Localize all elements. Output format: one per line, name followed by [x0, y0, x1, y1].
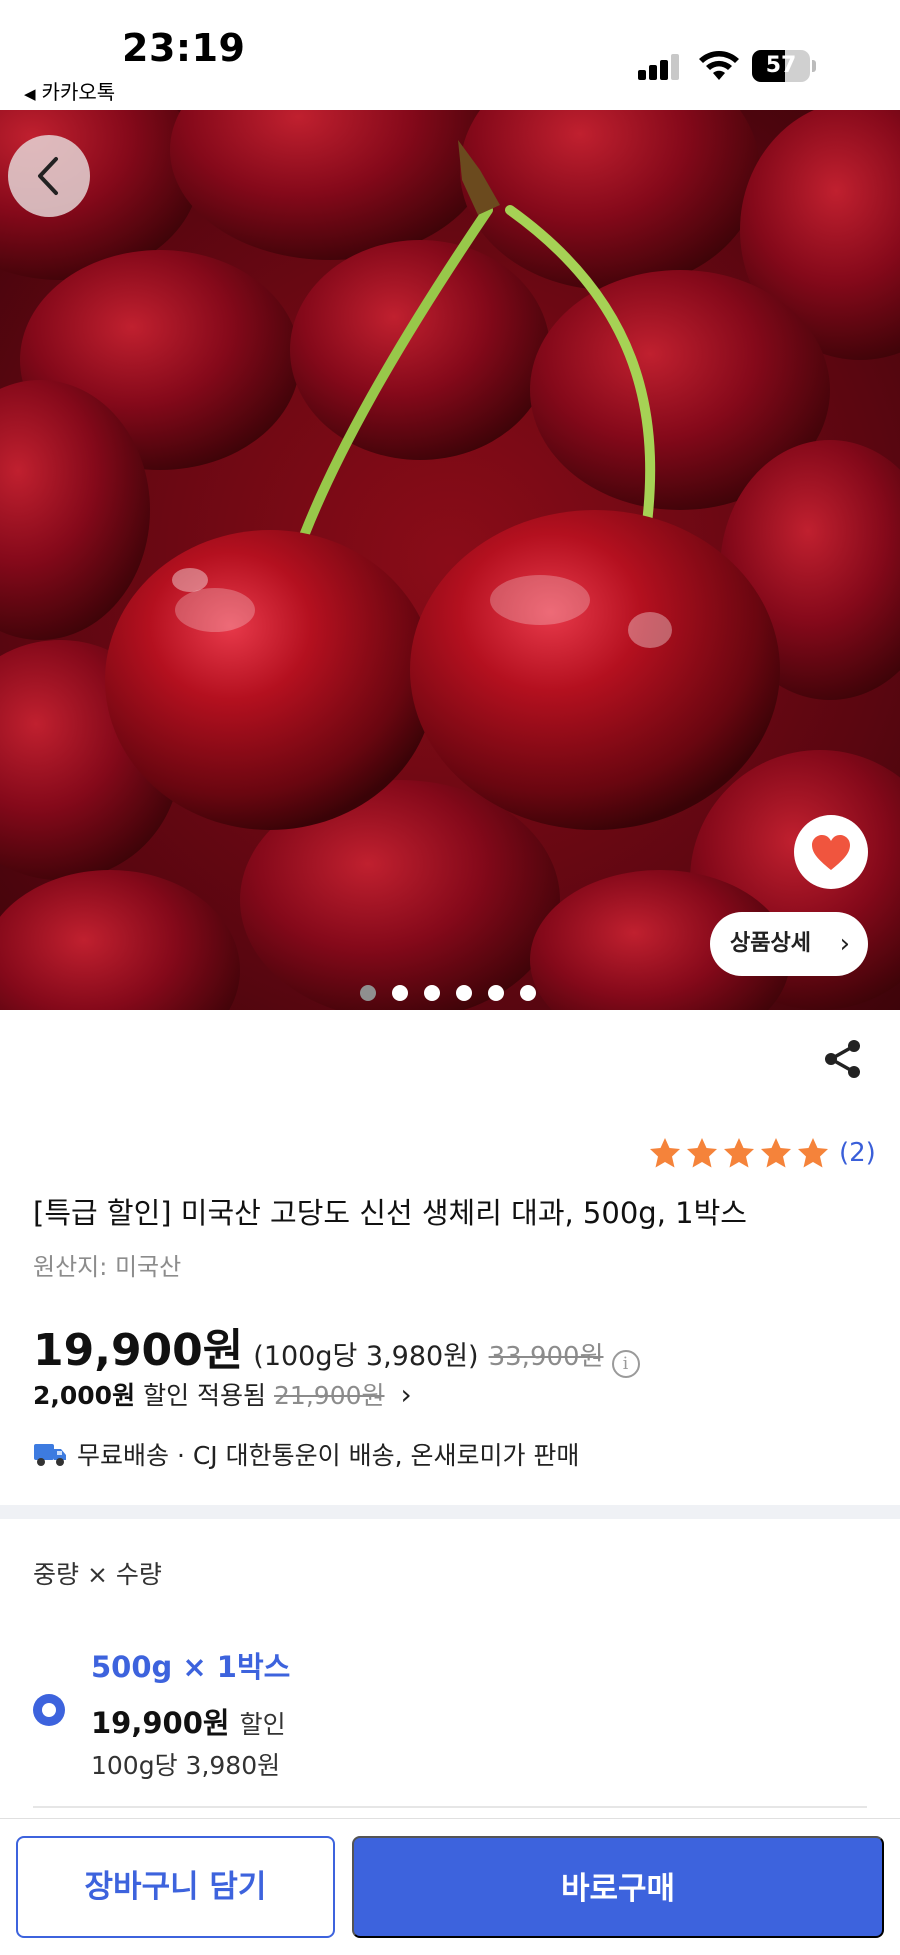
- share-icon[interactable]: [822, 1038, 864, 1080]
- cherries-image: [0, 110, 900, 1010]
- chevron-right-icon: ›: [839, 929, 850, 959]
- info-icon[interactable]: i: [611, 1350, 640, 1378]
- status-bar: 23:19 ◀ 카카오톡 57: [0, 0, 900, 110]
- chevron-right-icon: ›: [400, 1378, 412, 1411]
- option-tag: 할인: [239, 1710, 286, 1739]
- status-time: 23:19: [122, 26, 246, 70]
- sale-price: 19,900원: [33, 1325, 244, 1376]
- option-radio-selected[interactable]: [33, 1694, 65, 1726]
- truck-icon: [34, 1444, 66, 1466]
- product-detail-label: 상품상세: [730, 931, 811, 956]
- option-price-row: 19,900원 할인: [91, 1700, 286, 1742]
- section-divider: [0, 1505, 900, 1519]
- option-divider: [33, 1806, 867, 1808]
- star-icon: [650, 1138, 680, 1168]
- star-icon: [687, 1138, 717, 1168]
- battery-icon: 57: [752, 50, 816, 82]
- pagination-dot[interactable]: [424, 985, 440, 1001]
- unit-price: (100g당 3,980원): [253, 1341, 479, 1372]
- star-icon: [724, 1138, 754, 1168]
- heart-icon: [812, 835, 850, 870]
- discount-amount: 2,000원: [33, 1381, 136, 1410]
- star-icon: [761, 1138, 791, 1168]
- like-button[interactable]: [794, 815, 868, 889]
- pagination-dot[interactable]: [488, 985, 504, 1001]
- discount-row[interactable]: 2,000원 할인 적용됨 21,900원 ›: [33, 1376, 412, 1412]
- shipping-info: 무료배송 · CJ 대한통운이 배송, 온새로미가 판매: [33, 1436, 579, 1472]
- product-image[interactable]: 상품상세 ›: [0, 110, 900, 1010]
- discount-text: 할인 적용됨: [143, 1381, 267, 1410]
- wifi-icon: [699, 51, 739, 80]
- rating-stars: [648, 1136, 833, 1170]
- option-unit-price: 100g당 3,980원: [91, 1751, 281, 1780]
- buy-now-button[interactable]: 바로구매: [352, 1836, 884, 1938]
- back-triangle-icon: ◀: [24, 85, 36, 103]
- product-origin: 원산지: 미국산: [33, 1253, 182, 1281]
- chevron-left-icon: [38, 157, 58, 195]
- original-price: 33,900원: [488, 1342, 604, 1372]
- pagination-dot[interactable]: [360, 985, 376, 1001]
- option-label: 중량 × 수량: [33, 1560, 162, 1589]
- option-name[interactable]: 500g × 1박스: [91, 1644, 290, 1686]
- shipping-text: 무료배송 · CJ 대한통운이 배송, 온새로미가 판매: [77, 1441, 580, 1470]
- pagination-dot[interactable]: [520, 985, 536, 1001]
- star-icon: [798, 1138, 828, 1168]
- battery-level: 57: [765, 53, 797, 78]
- option-price: 19,900원: [91, 1706, 230, 1740]
- bottom-action-bar: 장바구니 담기 바로구매: [0, 1818, 900, 1955]
- back-app-label: 카카오톡: [41, 80, 116, 104]
- product-detail-button[interactable]: 상품상세 ›: [710, 912, 868, 976]
- discount-old-price: 21,900원: [274, 1381, 385, 1410]
- back-to-app-link[interactable]: ◀ 카카오톡: [24, 76, 115, 105]
- add-to-cart-button[interactable]: 장바구니 담기: [16, 1836, 335, 1938]
- rating-count: (2): [839, 1138, 876, 1168]
- rating[interactable]: (2): [648, 1136, 876, 1170]
- cellular-signal-icon: [638, 54, 684, 80]
- product-title: [특급 할인] 미국산 고당도 신선 생체리 대과, 500g, 1박스: [33, 1196, 747, 1230]
- pagination-dot[interactable]: [392, 985, 408, 1001]
- back-button[interactable]: [8, 135, 90, 217]
- pagination-dot[interactable]: [456, 985, 472, 1001]
- price-row: 19,900원 (100g당 3,980원) 33,900원 i: [33, 1314, 640, 1378]
